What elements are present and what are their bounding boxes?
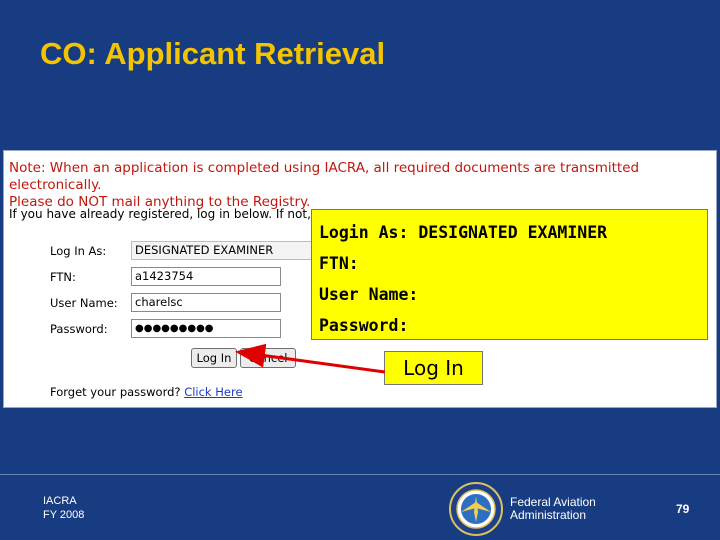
- arrow-pointer: [235, 343, 386, 374]
- faa-name: Federal Aviation Administration: [510, 496, 596, 522]
- footer-divider: [0, 474, 720, 475]
- faa-seal-icon: [449, 482, 503, 536]
- page-number: 79: [676, 502, 690, 516]
- footer-org-line-2: FY 2008: [43, 509, 85, 521]
- footer-org: IACRA FY 2008: [43, 494, 84, 522]
- faa-line-2: Administration: [510, 508, 587, 522]
- footer-org-line-1: IACRA: [43, 495, 77, 507]
